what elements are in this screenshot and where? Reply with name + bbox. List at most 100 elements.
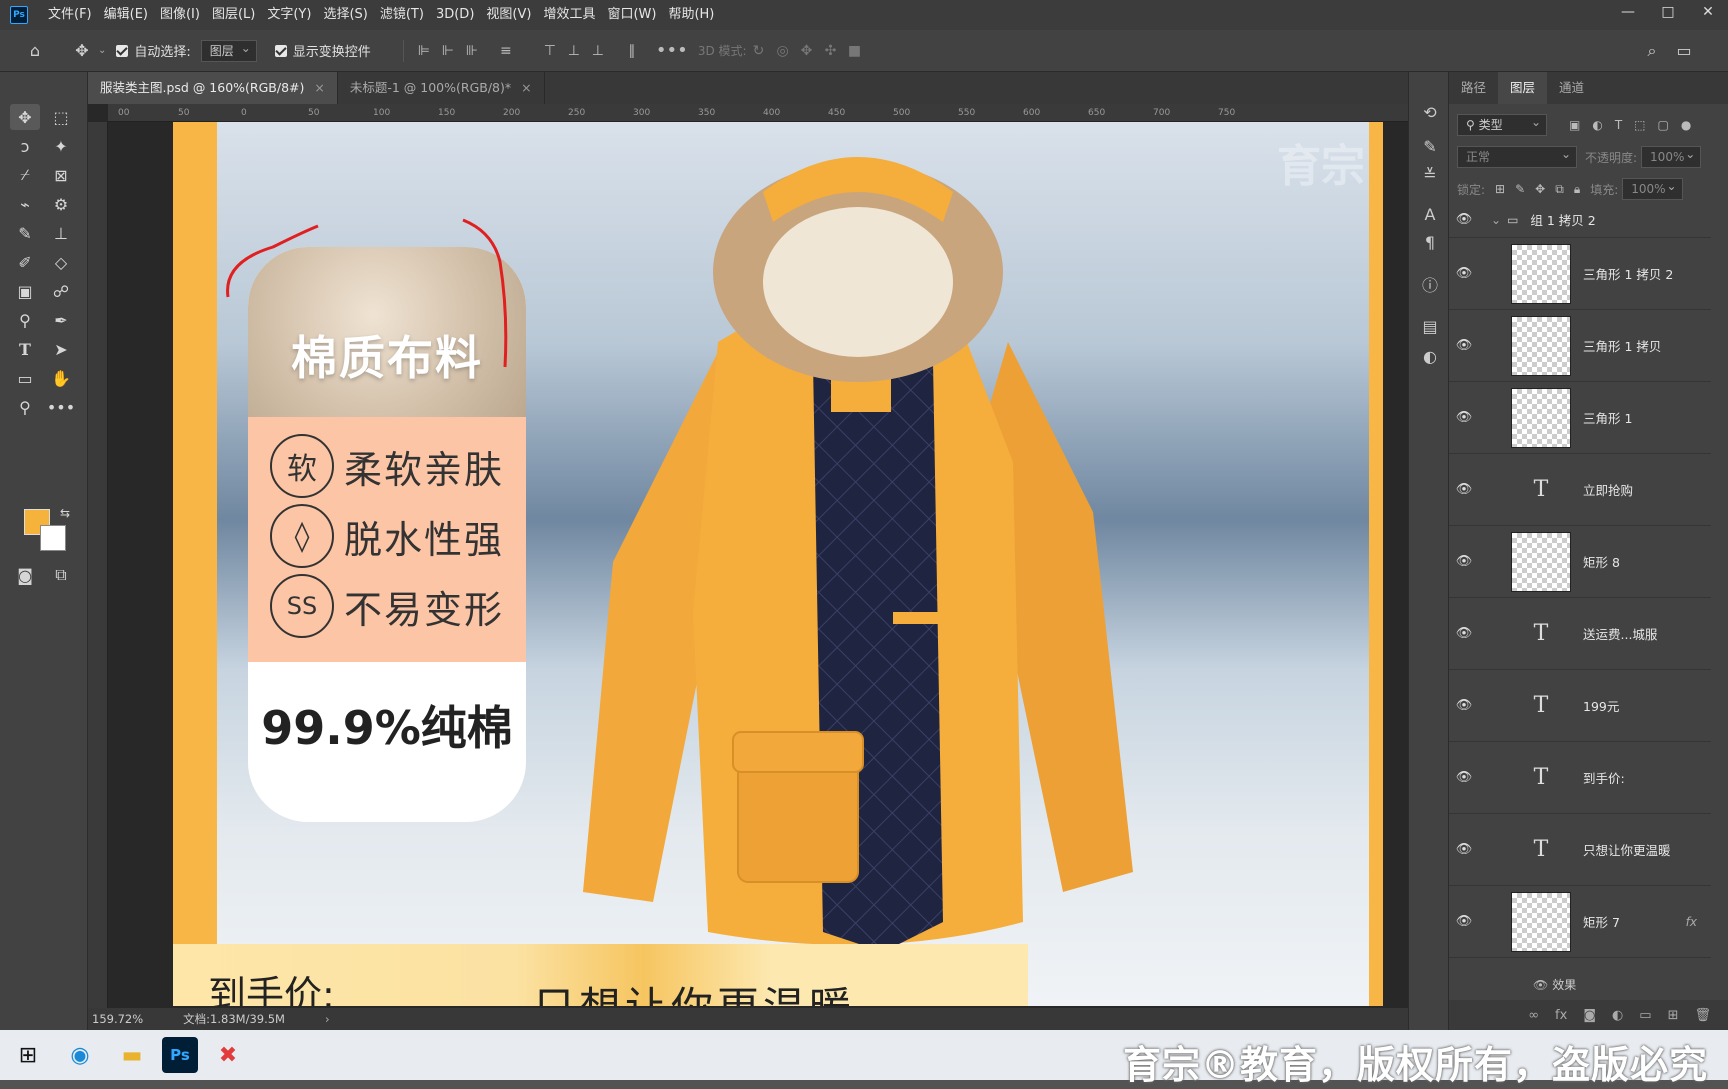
lock-artboard-icon[interactable]: ⧉	[1555, 182, 1564, 197]
lasso-tool-icon[interactable]: ↄ	[10, 133, 40, 159]
align-bottom-icon[interactable]: ⊥	[586, 41, 610, 61]
tab-paths[interactable]: 路径	[1449, 72, 1498, 104]
lock-position-icon[interactable]: ✥	[1535, 182, 1545, 196]
filter-shape-icon[interactable]: ⬚	[1634, 118, 1645, 132]
frame-tool-icon[interactable]: ⊠	[46, 162, 76, 188]
menu-edit[interactable]: 编辑(E)	[98, 0, 154, 30]
new-group-icon[interactable]: ▭	[1639, 1008, 1651, 1023]
patch-tool-icon[interactable]: ⚙	[46, 191, 76, 217]
brush-settings-icon[interactable]: ✎	[1417, 134, 1443, 158]
visibility-eye-icon[interactable]: 👁︎	[1449, 410, 1479, 425]
layer-row[interactable]: 👁︎ 矩形 8	[1449, 526, 1711, 598]
visibility-eye-icon[interactable]: 👁︎	[1449, 698, 1479, 713]
3d-orbit-icon[interactable]: ↻	[747, 41, 771, 61]
search-icon[interactable]: ⌕	[1639, 38, 1665, 64]
minimize-button[interactable]: —	[1608, 0, 1648, 30]
tab-main-doc[interactable]: 服装类主图.psd @ 160%(RGB/8#) ×	[88, 72, 338, 104]
background-color-swatch[interactable]	[40, 525, 66, 551]
menu-file[interactable]: 文件(F)	[42, 0, 98, 30]
color-icon[interactable]: ◐	[1417, 344, 1443, 368]
layer-group-row[interactable]: 👁︎ ⌄ ▭ 组 1 拷贝 2	[1449, 202, 1711, 238]
layer-row[interactable]: 👁︎ 矩形 7 fx	[1449, 886, 1711, 958]
visibility-eye-icon[interactable]: 👁︎	[1449, 842, 1479, 857]
3d-camera-icon[interactable]: ■	[843, 41, 867, 61]
trash-icon[interactable]: 🗑︎	[1694, 1008, 1711, 1023]
lock-paint-icon[interactable]: ✎	[1515, 182, 1525, 196]
layer-row[interactable]: 👁︎ 三角形 1	[1449, 382, 1711, 454]
fill-input[interactable]: 100%	[1622, 178, 1683, 200]
close-icon[interactable]: ×	[521, 80, 531, 95]
libraries-icon[interactable]: ▤	[1417, 314, 1443, 338]
marquee-tool-icon[interactable]: ⬚	[46, 104, 76, 130]
info-icon[interactable]: ⓘ	[1417, 272, 1443, 296]
eraser-tool-icon[interactable]: ◇	[46, 249, 76, 275]
quick-mask-icon[interactable]: ◙	[10, 562, 40, 588]
layer-row[interactable]: 👁︎ T 到手价:	[1449, 742, 1711, 814]
magic-wand-icon[interactable]: ✦	[46, 133, 76, 159]
align-top-icon[interactable]: ⊤	[538, 41, 562, 61]
3d-pan-icon[interactable]: ✥	[795, 41, 819, 61]
zoom-level[interactable]: 159.72%	[92, 1012, 143, 1026]
gradient-tool-icon[interactable]: ▣	[10, 278, 40, 304]
layer-row[interactable]: 👁︎ T 199元	[1449, 670, 1711, 742]
visibility-eye-icon[interactable]: 👁︎	[1449, 212, 1479, 227]
eyedropper-icon[interactable]: ⌁	[10, 191, 40, 217]
menu-help[interactable]: 帮助(H)	[662, 0, 720, 30]
app-taskbar-icon[interactable]: ✖	[206, 1035, 250, 1075]
tab-untitled[interactable]: 未标题-1 @ 100%(RGB/8)* ×	[338, 72, 545, 104]
type-tool-icon[interactable]: T	[10, 336, 40, 362]
workspace-icon[interactable]: ▭	[1671, 38, 1697, 64]
menu-3d[interactable]: 3D(D)	[430, 0, 480, 30]
paragraph-icon[interactable]: ¶	[1417, 230, 1443, 254]
lock-all-icon[interactable]: 🔒︎	[1574, 182, 1580, 197]
layer-filter-dropdown[interactable]: ⚲ 类型	[1457, 114, 1547, 136]
adjustment-layer-icon[interactable]: ◐	[1612, 1008, 1623, 1023]
lock-pixels-icon[interactable]: ⊞	[1495, 182, 1505, 196]
filter-pixel-icon[interactable]: ▣	[1569, 118, 1580, 132]
zoom-tool-icon[interactable]: ⚲	[10, 394, 40, 420]
visibility-eye-icon[interactable]: 👁︎	[1449, 338, 1479, 353]
menu-plugins[interactable]: 增效工具	[537, 0, 601, 30]
hand-tool-icon[interactable]: ✋	[46, 365, 76, 391]
move-tool-icon[interactable]: ✥	[69, 38, 95, 64]
align-right-icon[interactable]: ⊪	[460, 41, 484, 61]
distribute-v-icon[interactable]: ∥	[620, 41, 644, 61]
filter-toggle-icon[interactable]: ●	[1681, 118, 1691, 132]
3d-slide-icon[interactable]: ✣	[819, 41, 843, 61]
visibility-eye-icon[interactable]: 👁︎	[1449, 770, 1479, 785]
photoshop-taskbar-icon[interactable]: Ps	[162, 1037, 198, 1073]
chevron-right-icon[interactable]: ›	[325, 1012, 330, 1026]
rectangle-tool-icon[interactable]: ▭	[10, 365, 40, 391]
menu-layer[interactable]: 图层(L)	[206, 0, 261, 30]
filter-adjust-icon[interactable]: ◐	[1592, 118, 1602, 132]
path-select-icon[interactable]: ➤	[46, 336, 76, 362]
brush-tool-icon[interactable]: ✎	[10, 220, 40, 246]
more-tools-icon[interactable]: •••	[46, 394, 76, 420]
opacity-input[interactable]: 100%	[1641, 146, 1702, 168]
effects-row[interactable]: 👁︎ 效果	[1533, 976, 1576, 993]
crop-tool-icon[interactable]: ⌿	[10, 162, 40, 188]
layer-row[interactable]: 👁︎ T 只想让你更温暖	[1449, 814, 1711, 886]
home-icon[interactable]: ⌂	[22, 38, 48, 64]
stamp-tool-icon[interactable]: ⊥	[46, 220, 76, 246]
windows-start-icon[interactable]: ⊞	[6, 1035, 50, 1075]
filter-type-icon[interactable]: T	[1615, 118, 1622, 132]
blend-mode-dropdown[interactable]: 正常	[1457, 146, 1577, 168]
show-transform-checkbox[interactable]: 显示变换控件	[274, 41, 371, 60]
layer-row[interactable]: 👁︎ T 送运费...城服	[1449, 598, 1711, 670]
align-vcenter-icon[interactable]: ⊥	[562, 41, 586, 61]
visibility-eye-icon[interactable]: 👁︎	[1449, 914, 1479, 929]
visibility-eye-icon[interactable]: 👁︎	[1449, 626, 1479, 641]
fx-icon[interactable]: fx	[1686, 915, 1697, 929]
layer-row[interactable]: 👁︎ 三角形 1 拷贝 2	[1449, 238, 1711, 310]
move-tool-icon[interactable]: ✥	[10, 104, 40, 130]
layer-row[interactable]: 👁︎ T 立即抢购	[1449, 454, 1711, 526]
menu-view[interactable]: 视图(V)	[480, 0, 537, 30]
menu-select[interactable]: 选择(S)	[317, 0, 373, 30]
auto-select-target-dropdown[interactable]: 图层	[200, 39, 257, 62]
maximize-button[interactable]: □	[1648, 0, 1688, 30]
close-button[interactable]: ✕	[1688, 0, 1728, 30]
close-icon[interactable]: ×	[314, 80, 324, 95]
menu-window[interactable]: 窗口(W)	[601, 0, 662, 30]
fx-icon[interactable]: fx	[1555, 1008, 1567, 1023]
